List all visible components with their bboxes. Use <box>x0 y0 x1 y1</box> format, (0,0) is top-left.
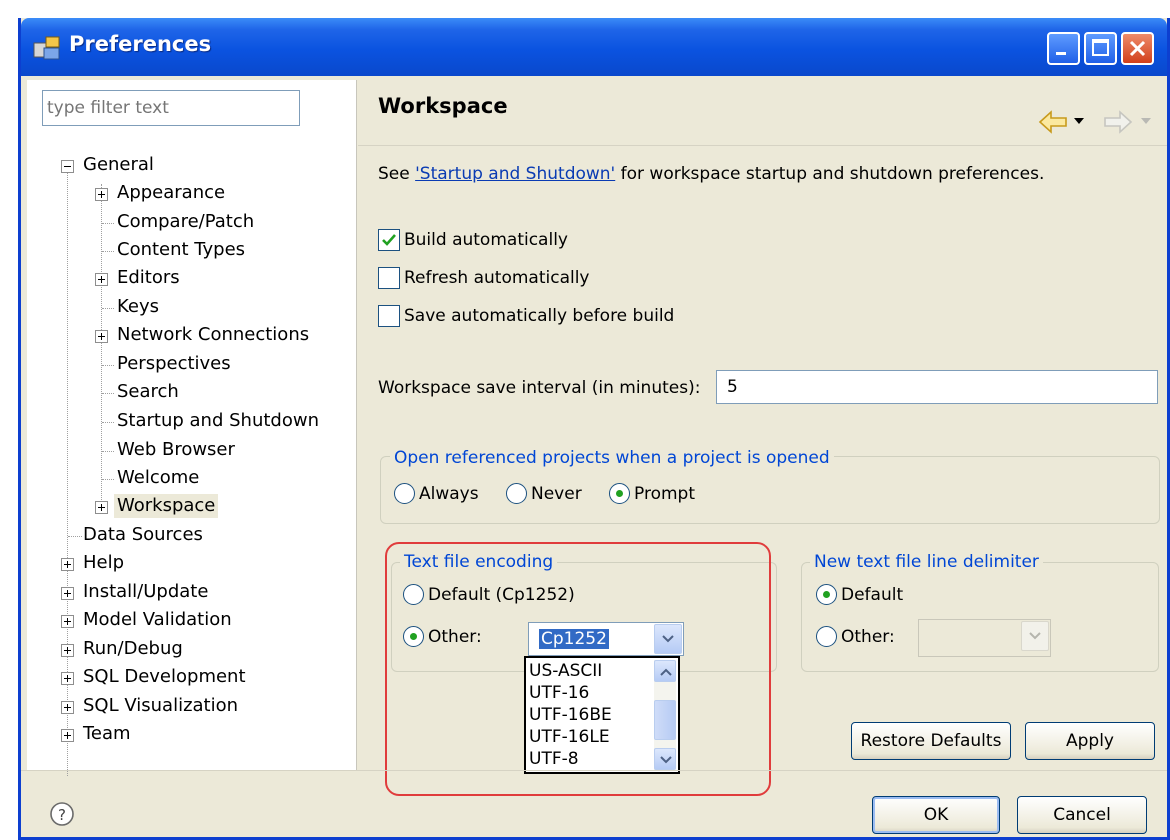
maximize-icon <box>1092 39 1109 56</box>
tree-item-search[interactable]: Search <box>117 380 179 404</box>
delimiter-other-radio[interactable] <box>816 626 837 647</box>
tree-item-web-browser[interactable]: Web Browser <box>117 438 235 462</box>
tree-item-help[interactable]: Help <box>83 551 124 575</box>
team-expand-toggle[interactable] <box>61 729 74 742</box>
tree-item-appearance[interactable]: Appearance <box>117 181 225 205</box>
editors-expand-toggle[interactable] <box>95 273 108 286</box>
startup-shutdown-link[interactable]: 'Startup and Shutdown' <box>415 164 615 184</box>
close-button[interactable] <box>1121 32 1154 65</box>
delimiter-other-option[interactable]: Other: <box>816 626 895 647</box>
back-menu-chevron-down-icon[interactable] <box>1074 118 1084 126</box>
open-prompt-radio[interactable] <box>609 483 630 504</box>
tree-item-sql-development[interactable]: SQL Development <box>83 665 246 689</box>
save-before-build-row[interactable]: Save automatically before build <box>378 305 674 327</box>
tree-item-startup-shutdown[interactable]: Startup and Shutdown <box>117 409 319 433</box>
title-bar[interactable]: Preferences <box>21 18 1167 76</box>
sql-development-expand-toggle[interactable] <box>61 672 74 685</box>
model-validation-expand-toggle[interactable] <box>61 615 74 628</box>
delimiter-default-option[interactable]: Default <box>816 584 903 605</box>
refresh-automatically-row[interactable]: Refresh automatically <box>378 267 590 289</box>
tree-item-workspace[interactable]: Workspace <box>114 494 219 518</box>
build-automatically-row[interactable]: Build automatically <box>378 229 568 251</box>
apply-button[interactable]: Apply <box>1025 722 1155 760</box>
open-always-radio[interactable] <box>394 483 415 504</box>
tree-item-sql-visualization[interactable]: SQL Visualization <box>83 694 238 718</box>
page-title: Workspace <box>378 94 508 118</box>
tree-item-team[interactable]: Team <box>83 722 131 746</box>
forward-menu-chevron-down-icon[interactable] <box>1141 118 1151 126</box>
network-expand-toggle[interactable] <box>95 330 108 343</box>
build-automatically-checkbox[interactable] <box>378 229 400 251</box>
general-collapse-toggle[interactable] <box>61 160 74 173</box>
checkmark-icon <box>382 234 396 246</box>
line-delimiter-group-title: New text file line delimiter <box>810 552 1043 572</box>
save-before-build-label: Save automatically before build <box>404 306 675 326</box>
open-never-radio[interactable] <box>506 483 527 504</box>
tree-item-perspectives[interactable]: Perspectives <box>117 352 231 376</box>
sql-visualization-expand-toggle[interactable] <box>61 701 74 714</box>
save-interval-label: Workspace save interval (in minutes): <box>378 378 701 398</box>
close-icon <box>1129 40 1146 57</box>
tree-item-install-update[interactable]: Install/Update <box>83 580 208 604</box>
preferences-app-icon <box>33 36 60 60</box>
svg-text:?: ? <box>58 806 66 824</box>
encoding-highlight-annotation <box>385 542 771 796</box>
tree-item-welcome[interactable]: Welcome <box>117 466 199 490</box>
tree-item-keys[interactable]: Keys <box>117 295 159 319</box>
tree-connector <box>67 172 68 776</box>
ok-button[interactable]: OK <box>872 796 1000 834</box>
save-before-build-checkbox[interactable] <box>378 305 400 327</box>
tree-item-data-sources[interactable]: Data Sources <box>83 523 203 547</box>
refresh-automatically-checkbox[interactable] <box>378 267 400 289</box>
install-expand-toggle[interactable] <box>61 587 74 600</box>
window-title: Preferences <box>69 32 212 56</box>
preferences-tree: General Appearance Compare/Patch Content… <box>27 80 356 776</box>
maximize-button[interactable] <box>1084 32 1117 65</box>
tree-connector <box>101 184 102 514</box>
delimiter-select[interactable] <box>918 619 1051 657</box>
delimiter-dropdown-button[interactable] <box>1021 621 1049 651</box>
restore-defaults-button[interactable]: Restore Defaults <box>851 722 1011 760</box>
open-always-option[interactable]: Always <box>394 483 479 504</box>
cancel-button[interactable]: Cancel <box>1017 796 1147 834</box>
preferences-tree-pane: General Appearance Compare/Patch Content… <box>27 80 357 776</box>
tree-item-general[interactable]: General <box>83 153 154 177</box>
back-arrow-icon[interactable] <box>1038 110 1068 134</box>
appearance-expand-toggle[interactable] <box>95 188 108 201</box>
refresh-automatically-label: Refresh automatically <box>404 268 590 288</box>
minimize-icon <box>1056 52 1066 55</box>
page-description: See 'Startup and Shutdown' for workspace… <box>378 164 1045 184</box>
open-prompt-option[interactable]: Prompt <box>609 483 695 504</box>
help-expand-toggle[interactable] <box>61 558 74 571</box>
page-header: Workspace <box>358 80 1167 146</box>
help-icon[interactable]: ? <box>49 801 75 827</box>
tree-item-content-types[interactable]: Content Types <box>117 238 245 262</box>
save-interval-input[interactable] <box>716 370 1158 404</box>
preference-page: Workspace See 'Startup and Shutdown' for… <box>358 80 1167 796</box>
open-never-option[interactable]: Never <box>506 483 582 504</box>
minimize-button[interactable] <box>1047 32 1080 65</box>
open-projects-group-title: Open referenced projects when a project … <box>390 448 834 468</box>
tree-item-compare-patch[interactable]: Compare/Patch <box>117 210 254 234</box>
delimiter-default-radio[interactable] <box>816 584 837 605</box>
dialog-button-bar: ? OK Cancel <box>21 770 1167 840</box>
run-debug-expand-toggle[interactable] <box>61 644 74 657</box>
tree-item-network-connections[interactable]: Network Connections <box>117 323 309 347</box>
tree-item-editors[interactable]: Editors <box>117 266 180 290</box>
forward-arrow-icon[interactable] <box>1103 110 1133 134</box>
tree-item-model-validation[interactable]: Model Validation <box>83 608 232 632</box>
preferences-window: Preferences General Appearance Compare/P… <box>18 18 1170 840</box>
build-automatically-label: Build automatically <box>404 230 568 250</box>
chevron-down-icon <box>1029 632 1041 640</box>
tree-item-run-debug[interactable]: Run/Debug <box>83 637 183 661</box>
workspace-expand-toggle[interactable] <box>95 501 108 514</box>
